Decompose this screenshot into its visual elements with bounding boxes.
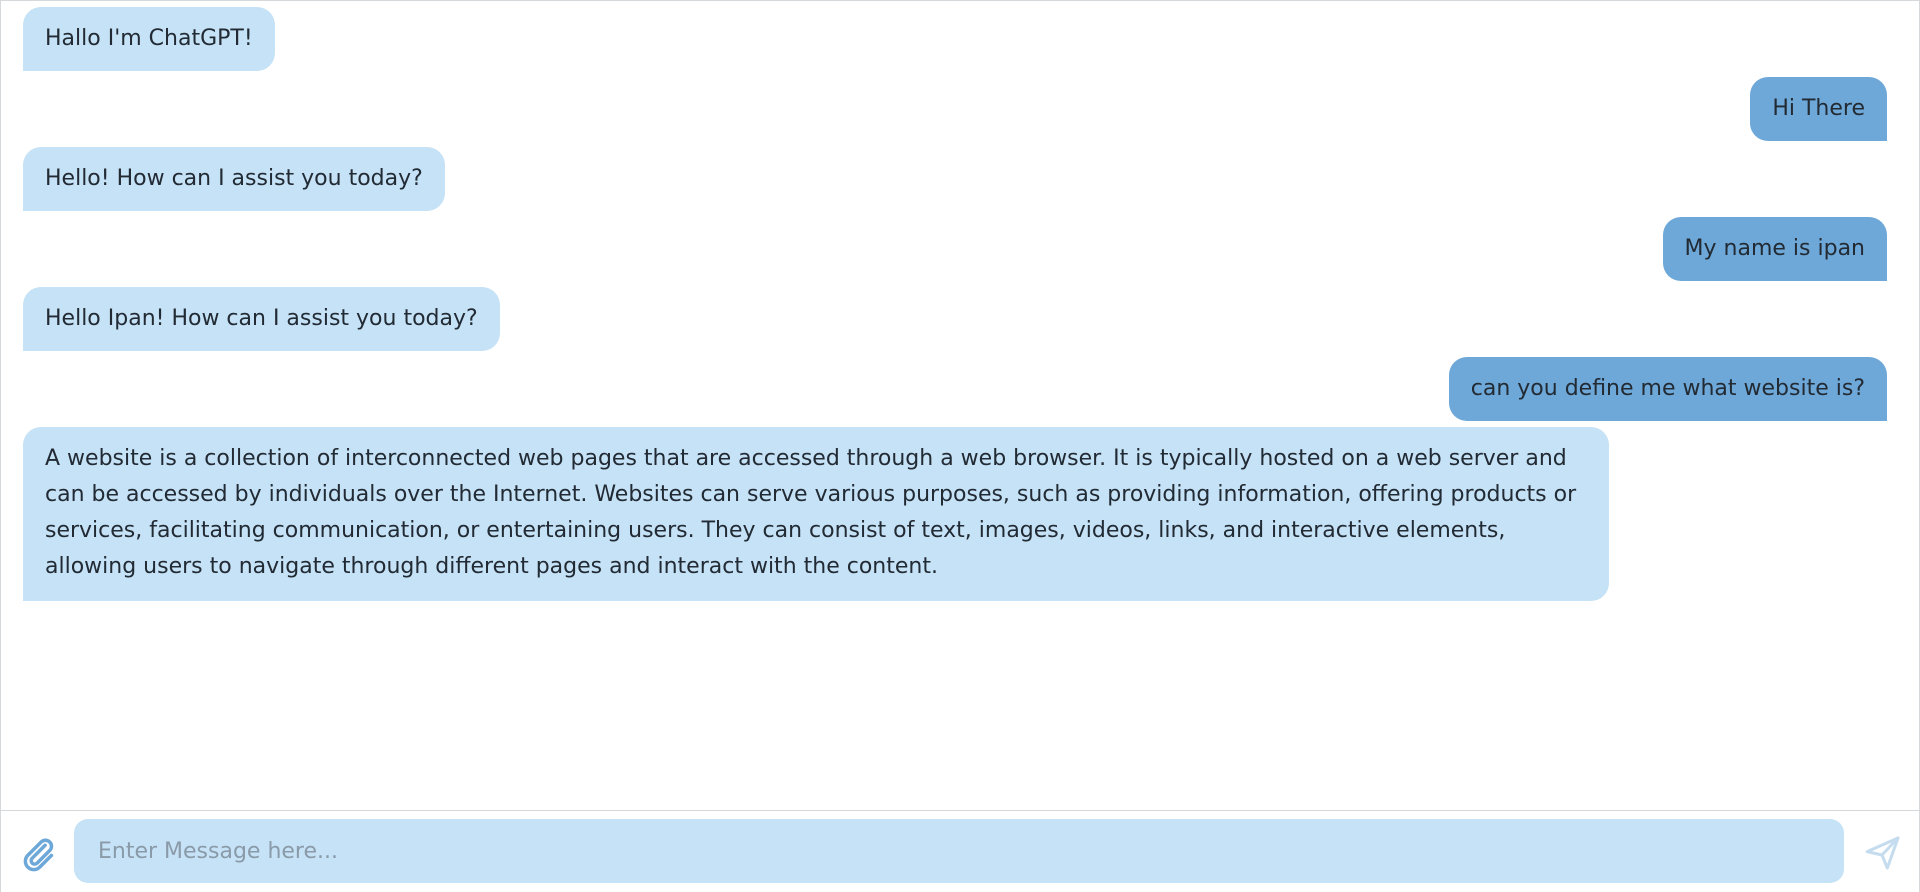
bot-message: A website is a collection of interconnec… <box>23 427 1609 601</box>
user-message: My name is ipan <box>1662 217 1887 281</box>
paperclip-icon <box>23 838 54 872</box>
message-input[interactable] <box>74 819 1844 883</box>
user-message: Hi There <box>1750 77 1887 141</box>
send-button[interactable] <box>1863 833 1903 873</box>
chat-window: Hallo I'm ChatGPT! Hi There Hello! How c… <box>0 0 1920 892</box>
message-composer <box>1 810 1919 892</box>
attach-button[interactable] <box>19 835 57 873</box>
bot-message: Hallo I'm ChatGPT! <box>23 7 275 71</box>
user-message: can you define me what website is? <box>1448 357 1887 421</box>
send-icon <box>1865 836 1900 870</box>
bot-message: Hello! How can I assist you today? <box>23 147 445 211</box>
bot-message: Hello Ipan! How can I assist you today? <box>23 287 500 351</box>
chat-history[interactable]: Hallo I'm ChatGPT! Hi There Hello! How c… <box>1 1 1919 809</box>
